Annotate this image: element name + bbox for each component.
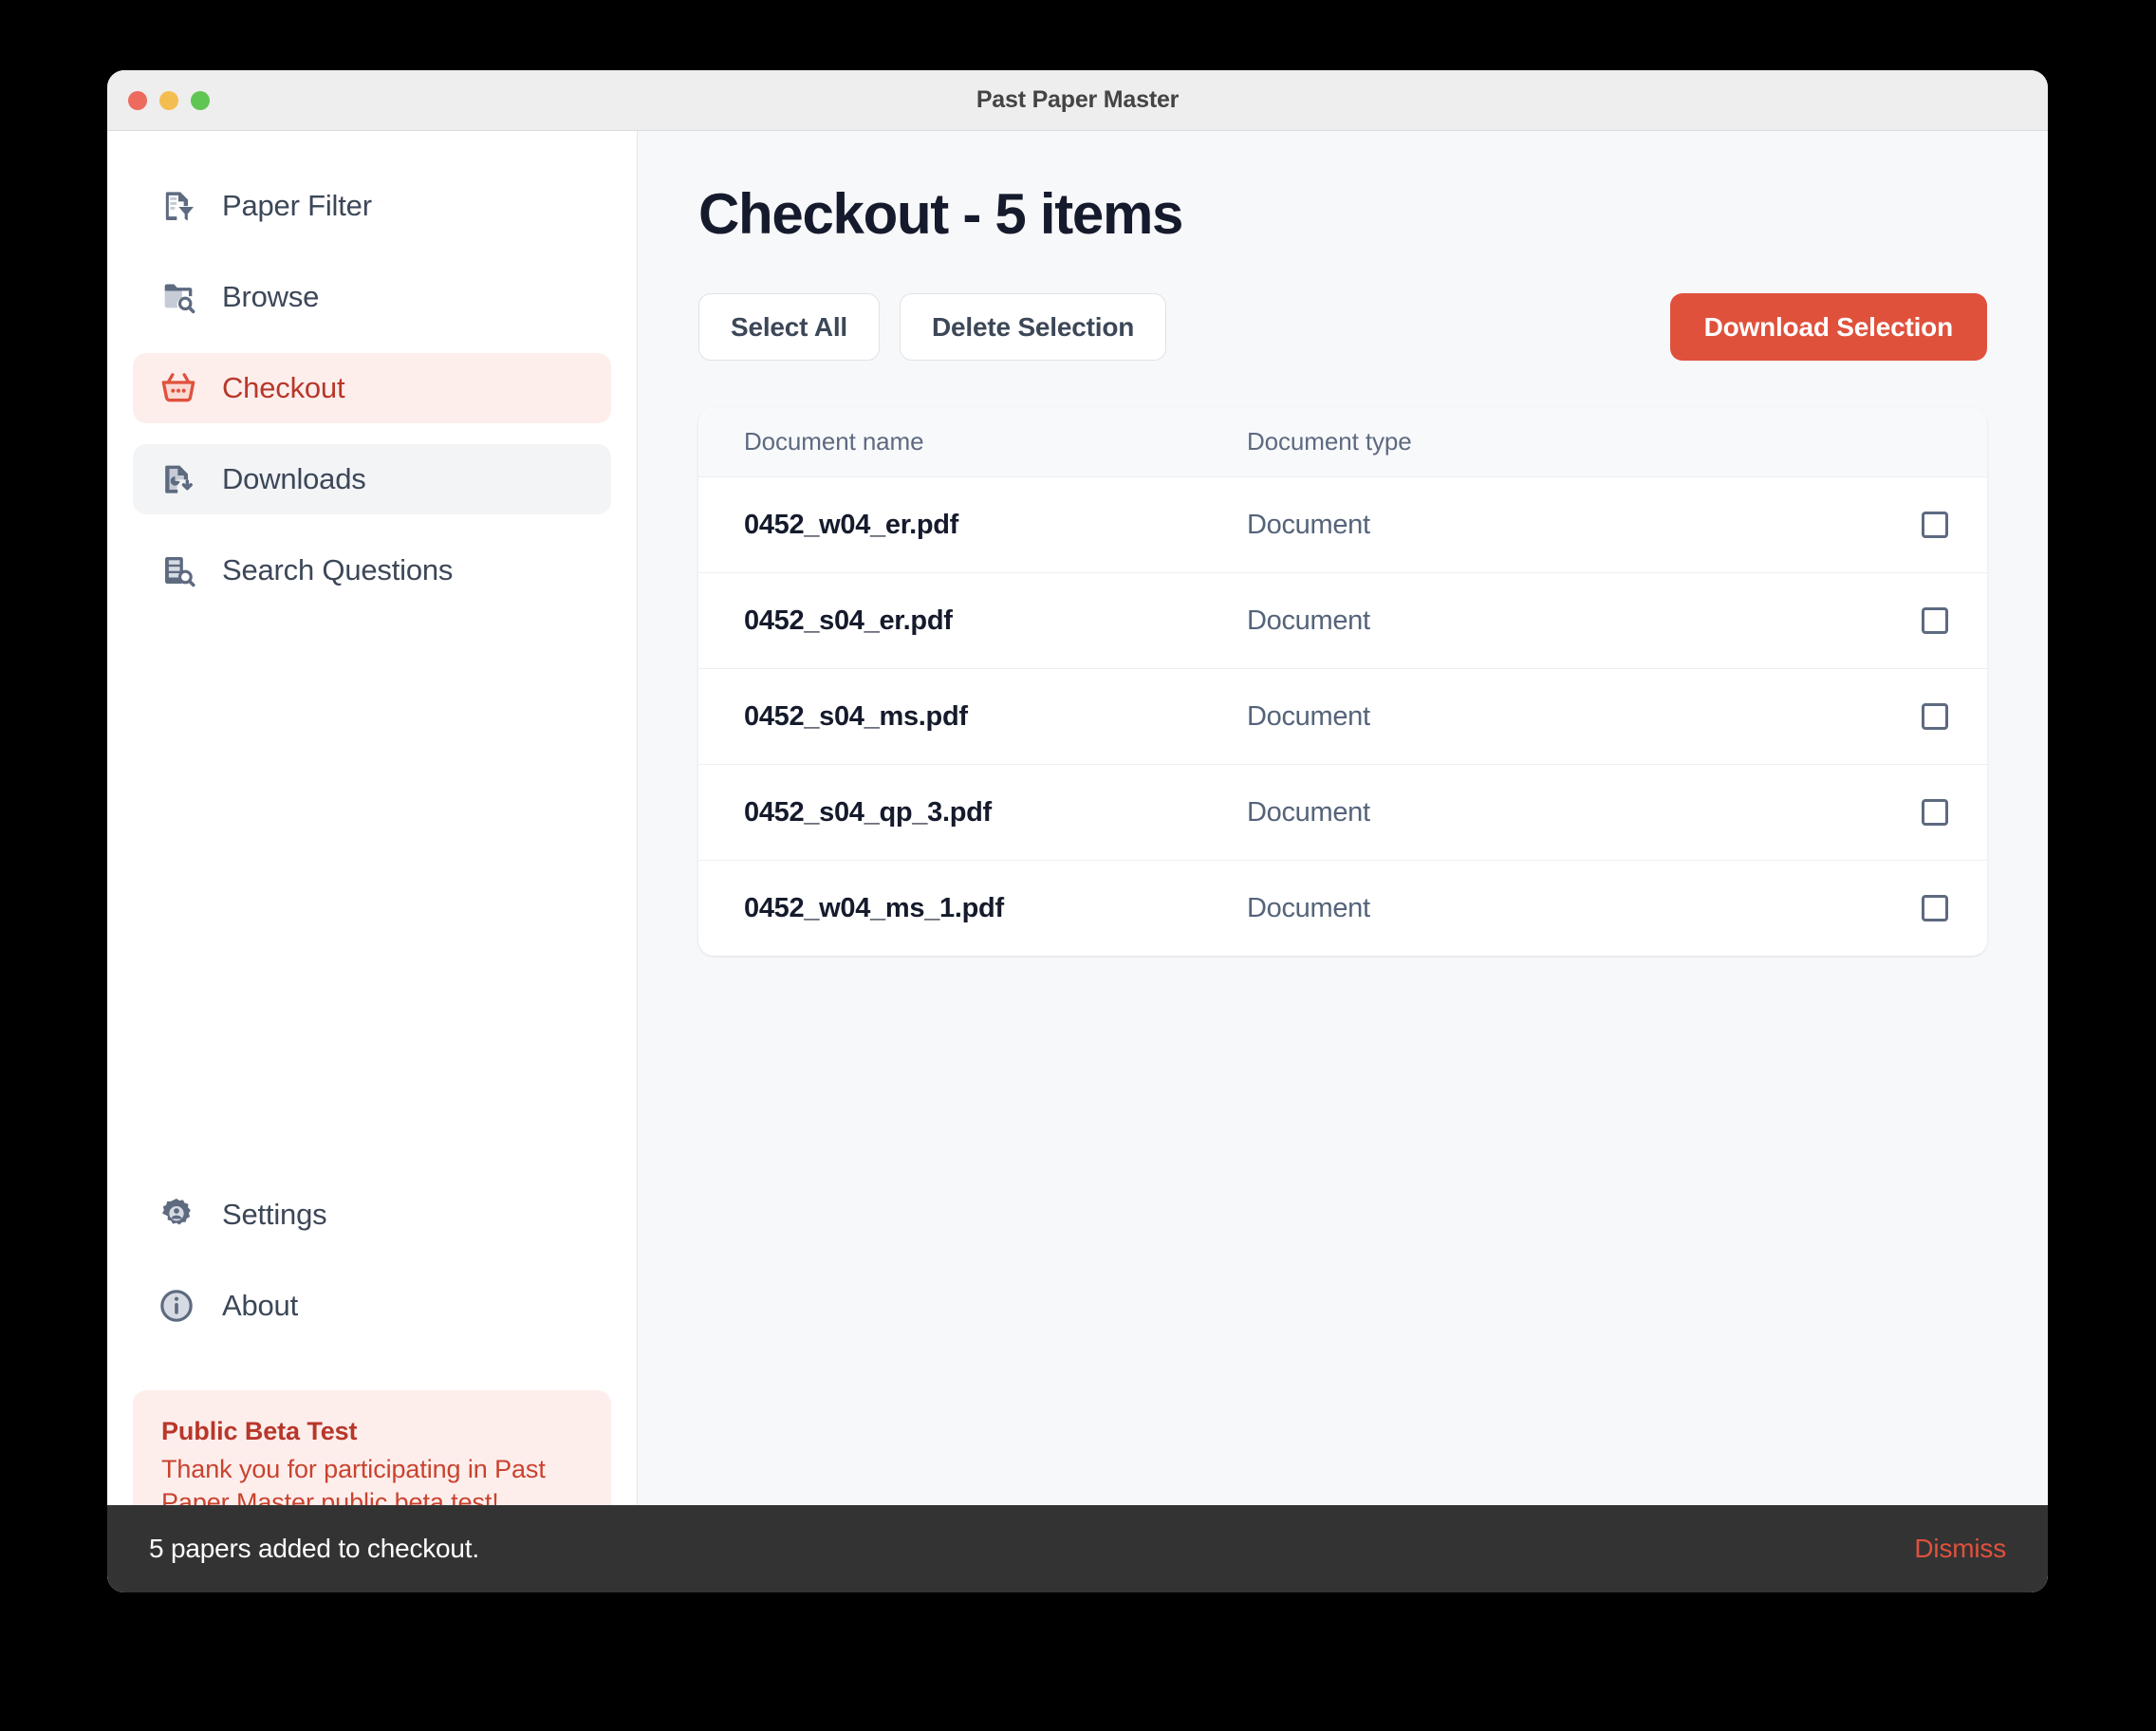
cell-document-type: Document — [1247, 701, 1883, 733]
cell-document-type: Document — [1247, 893, 1883, 924]
document-type-text: Document — [1247, 701, 1370, 732]
main-content: Checkout - 5 items Select All Delete Sel… — [638, 131, 2048, 1592]
sidebar-item-about[interactable]: About — [133, 1271, 611, 1341]
minimize-window-button[interactable] — [159, 91, 178, 110]
info-icon — [156, 1285, 197, 1327]
list-search-icon — [158, 549, 199, 591]
sidebar-item-label: Checkout — [222, 371, 344, 405]
document-name-text: 0452_s04_qp_3.pdf — [744, 797, 992, 828]
document-type-text: Document — [1247, 510, 1370, 540]
cell-document-name: 0452_s04_ms.pdf — [698, 701, 1247, 733]
select-all-button[interactable]: Select All — [698, 293, 880, 361]
sidebar-item-label: Downloads — [222, 462, 366, 496]
document-name-text: 0452_w04_ms_1.pdf — [744, 893, 1004, 923]
sidebar-item-browse[interactable]: Browse — [133, 262, 611, 332]
cell-document-type: Document — [1247, 510, 1883, 541]
row-checkbox[interactable] — [1922, 895, 1948, 921]
table-row[interactable]: 0452_s04_ms.pdf Document — [698, 669, 1987, 765]
sidebar: Paper Filter Browse — [107, 131, 638, 1592]
row-checkbox[interactable] — [1922, 703, 1948, 730]
sidebar-item-label: Settings — [222, 1198, 326, 1232]
folder-search-icon — [158, 276, 199, 318]
cell-select — [1883, 895, 1987, 921]
row-checkbox[interactable] — [1922, 512, 1948, 538]
cell-document-name: 0452_s04_er.pdf — [698, 605, 1247, 637]
close-window-button[interactable] — [128, 91, 147, 110]
table-row[interactable]: 0452_w04_ms_1.pdf Document — [698, 861, 1987, 956]
status-toast: 5 papers added to checkout. Dismiss — [107, 1505, 2048, 1592]
sidebar-item-search-questions[interactable]: Search Questions — [133, 535, 611, 605]
toast-message: 5 papers added to checkout. — [149, 1534, 479, 1564]
row-checkbox[interactable] — [1922, 799, 1948, 826]
page-title: Checkout - 5 items — [698, 184, 1987, 244]
file-download-icon — [158, 458, 199, 500]
maximize-window-button[interactable] — [191, 91, 210, 110]
sidebar-item-settings[interactable]: Settings — [133, 1180, 611, 1250]
cell-document-name: 0452_w04_ms_1.pdf — [698, 893, 1247, 924]
app-window: Past Paper Master Paper Filter — [107, 70, 2048, 1592]
delete-selection-button[interactable]: Delete Selection — [900, 293, 1166, 361]
toast-dismiss-button[interactable]: Dismiss — [1914, 1534, 2006, 1564]
sidebar-item-label: About — [222, 1289, 298, 1323]
sidebar-item-label: Browse — [222, 280, 319, 314]
sidebar-nav-secondary: Settings About — [107, 1180, 637, 1341]
traffic-light-buttons — [128, 70, 210, 130]
window-title: Past Paper Master — [107, 86, 2048, 114]
cell-document-name: 0452_s04_qp_3.pdf — [698, 797, 1247, 828]
table-row[interactable]: 0452_w04_er.pdf Document — [698, 477, 1987, 573]
window-body: Paper Filter Browse — [107, 131, 2048, 1592]
basket-icon — [158, 367, 199, 409]
title-bar: Past Paper Master — [107, 70, 2048, 131]
gear-icon — [156, 1194, 197, 1236]
column-header-document-type: Document type — [1247, 427, 1883, 456]
paper-filter-icon — [158, 185, 199, 227]
sidebar-item-label: Search Questions — [222, 553, 453, 587]
table-header-row: Document name Document type — [698, 407, 1987, 477]
cell-select — [1883, 703, 1987, 730]
cell-select — [1883, 799, 1987, 826]
table-body: 0452_w04_er.pdf Document 0452_s04_er.pdf Do… — [698, 477, 1987, 956]
document-type-text: Document — [1247, 797, 1370, 828]
action-toolbar: Select All Delete Selection Download Sel… — [698, 293, 1987, 361]
cell-document-type: Document — [1247, 797, 1883, 828]
cell-document-type: Document — [1247, 605, 1883, 637]
beta-notice-title: Public Beta Test — [161, 1417, 583, 1446]
documents-table: Document name Document type 0452_w04_er.… — [698, 407, 1987, 956]
document-name-text: 0452_w04_er.pdf — [744, 510, 958, 540]
document-type-text: Document — [1247, 893, 1370, 923]
download-selection-button[interactable]: Download Selection — [1670, 293, 1987, 361]
cell-select — [1883, 512, 1987, 538]
table-row[interactable]: 0452_s04_er.pdf Document — [698, 573, 1987, 669]
sidebar-nav-primary: Paper Filter Browse — [107, 131, 637, 605]
sidebar-item-downloads[interactable]: Downloads — [133, 444, 611, 514]
sidebar-item-checkout[interactable]: Checkout — [133, 353, 611, 423]
sidebar-item-label: Paper Filter — [222, 189, 372, 223]
document-name-text: 0452_s04_er.pdf — [744, 605, 953, 636]
document-type-text: Document — [1247, 605, 1370, 636]
sidebar-item-paper-filter[interactable]: Paper Filter — [133, 171, 611, 241]
document-name-text: 0452_s04_ms.pdf — [744, 701, 968, 732]
cell-document-name: 0452_w04_er.pdf — [698, 510, 1247, 541]
table-row[interactable]: 0452_s04_qp_3.pdf Document — [698, 765, 1987, 861]
column-header-document-name: Document name — [698, 427, 1247, 456]
row-checkbox[interactable] — [1922, 607, 1948, 634]
cell-select — [1883, 607, 1987, 634]
